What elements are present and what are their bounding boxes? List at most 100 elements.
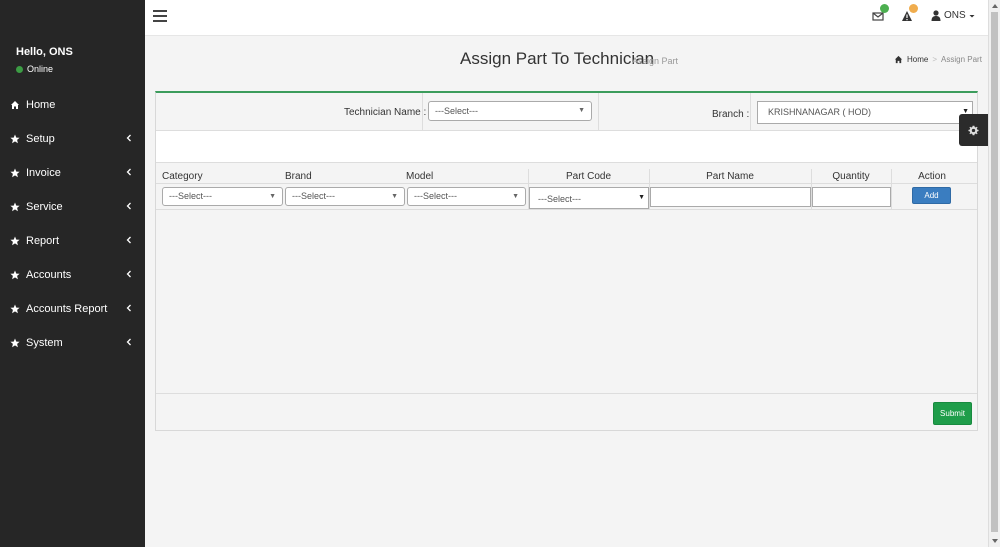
column-header-part-name: Part Name	[706, 171, 754, 182]
brand-select-value: ---Select---	[292, 191, 335, 201]
branch-label: Branch :	[712, 109, 750, 120]
settings-toggle[interactable]	[959, 114, 988, 146]
user-icon	[931, 10, 941, 21]
breadcrumb: Home > Assign Part	[894, 55, 982, 64]
chevron-left-icon	[126, 202, 131, 210]
technician-select-value: ---Select---	[435, 106, 478, 116]
model-select-value: ---Select---	[414, 191, 457, 201]
star-icon	[10, 134, 20, 144]
chevron-left-icon	[126, 134, 131, 142]
star-icon	[10, 202, 20, 212]
page-title: Assign Part To Technician	[460, 49, 655, 68]
chevron-down-icon: ▼	[638, 194, 645, 201]
chevron-down-icon: ▼	[512, 193, 519, 200]
category-select[interactable]: ---Select--- ▼	[162, 187, 283, 206]
sidebar-item-invoice[interactable]: Invoice	[0, 156, 145, 190]
sidebar-item-label: Home	[26, 99, 56, 111]
filter-row: Technician Name : ---Select--- ▼ Branch …	[156, 93, 977, 131]
add-button[interactable]: Add	[912, 187, 951, 204]
sidebar-item-label: Service	[26, 201, 63, 213]
breadcrumb-separator: >	[932, 55, 938, 64]
category-select-value: ---Select---	[169, 191, 212, 201]
form-footer: Submit	[156, 393, 977, 431]
part-code-select[interactable]: ---Select--- ▼	[529, 187, 649, 209]
submit-button[interactable]: Submit	[933, 402, 972, 425]
home-icon	[894, 55, 903, 64]
star-icon	[10, 304, 20, 314]
sidebar-item-service[interactable]: Service	[0, 190, 145, 224]
gear-icon	[968, 125, 979, 135]
part-name-input[interactable]	[650, 187, 811, 207]
sidebar-item-label: Accounts	[26, 269, 72, 281]
sidebar: Hello, ONS Online Home Setup Invoice Ser…	[0, 0, 145, 547]
spacer-row	[156, 131, 977, 163]
quantity-input[interactable]	[812, 187, 891, 207]
divider	[750, 93, 751, 131]
sidebar-item-label: System	[26, 337, 63, 349]
user-status: Online	[16, 64, 145, 74]
sidebar-item-label: Accounts Report	[26, 303, 108, 315]
breadcrumb-home-link[interactable]: Home	[907, 55, 928, 64]
chevron-left-icon	[126, 168, 131, 176]
user-menu[interactable]: ONS	[931, 10, 979, 21]
menu-icon[interactable]	[153, 10, 167, 22]
sidebar-item-system[interactable]: System	[0, 326, 145, 360]
parts-table: Category Brand Model Part Code Part Name…	[156, 163, 977, 394]
mail-badge	[880, 4, 889, 13]
star-icon	[10, 236, 20, 246]
divider	[156, 183, 977, 184]
chevron-down-icon: ▼	[391, 193, 398, 200]
top-navbar: ONS	[145, 0, 988, 36]
sidebar-item-report[interactable]: Report	[0, 224, 145, 258]
home-icon	[11, 101, 19, 109]
breadcrumb-current: Assign Part	[941, 55, 982, 64]
sidebar-item-accounts[interactable]: Accounts	[0, 258, 145, 292]
sidebar-item-setup[interactable]: Setup	[0, 122, 145, 156]
star-icon	[10, 168, 20, 178]
sidebar-item-accounts-report[interactable]: Accounts Report	[0, 292, 145, 326]
user-greeting: Hello, ONS	[16, 46, 73, 58]
chevron-left-icon	[126, 304, 131, 312]
branch-select-value: KRISHNANAGAR ( HOD)	[768, 107, 872, 117]
branch-select[interactable]: KRISHNANAGAR ( HOD) ▼	[757, 101, 973, 124]
assign-part-box: Technician Name : ---Select--- ▼ Branch …	[155, 91, 978, 431]
column-header-brand: Brand	[285, 171, 312, 182]
sidebar-menu: Home Setup Invoice Service Report Accoun…	[0, 88, 145, 360]
column-header-category: Category	[162, 171, 203, 182]
scroll-up-icon[interactable]	[991, 2, 999, 10]
divider	[598, 93, 599, 131]
column-header-action: Action	[918, 171, 946, 182]
sidebar-item-home[interactable]: Home	[0, 88, 145, 122]
technician-select[interactable]: ---Select--- ▼	[428, 101, 592, 121]
user-panel: Hello, ONS Online	[0, 0, 145, 88]
column-header-quantity: Quantity	[832, 171, 870, 182]
sidebar-item-label: Report	[26, 235, 60, 247]
status-text: Online	[27, 64, 54, 74]
alert-icon[interactable]	[901, 4, 918, 24]
chevron-left-icon	[126, 236, 131, 244]
divider	[422, 93, 423, 131]
sidebar-item-label: Invoice	[26, 167, 61, 179]
divider	[156, 209, 977, 210]
user-name: ONS	[944, 10, 966, 21]
scroll-down-icon[interactable]	[991, 537, 999, 545]
technician-label: Technician Name :	[344, 107, 427, 118]
chevron-left-icon	[126, 338, 131, 346]
star-icon	[10, 338, 20, 348]
chevron-down-icon: ▼	[578, 107, 585, 114]
page-subtitle: Assign Part	[632, 56, 679, 66]
part-code-select-value: ---Select---	[538, 194, 581, 204]
scroll-thumb[interactable]	[991, 12, 998, 532]
column-header-part-code: Part Code	[565, 171, 612, 182]
alert-badge	[909, 4, 918, 13]
caret-down-icon	[969, 14, 975, 17]
online-dot-icon	[16, 65, 23, 73]
chevron-left-icon	[126, 270, 131, 278]
brand-select[interactable]: ---Select--- ▼	[285, 187, 405, 206]
divider	[891, 169, 892, 209]
model-select[interactable]: ---Select--- ▼	[407, 187, 526, 206]
column-header-model: Model	[406, 171, 434, 182]
page-scrollbar[interactable]	[988, 0, 1000, 547]
sidebar-item-label: Setup	[26, 133, 55, 145]
envelope-icon[interactable]	[872, 4, 889, 24]
